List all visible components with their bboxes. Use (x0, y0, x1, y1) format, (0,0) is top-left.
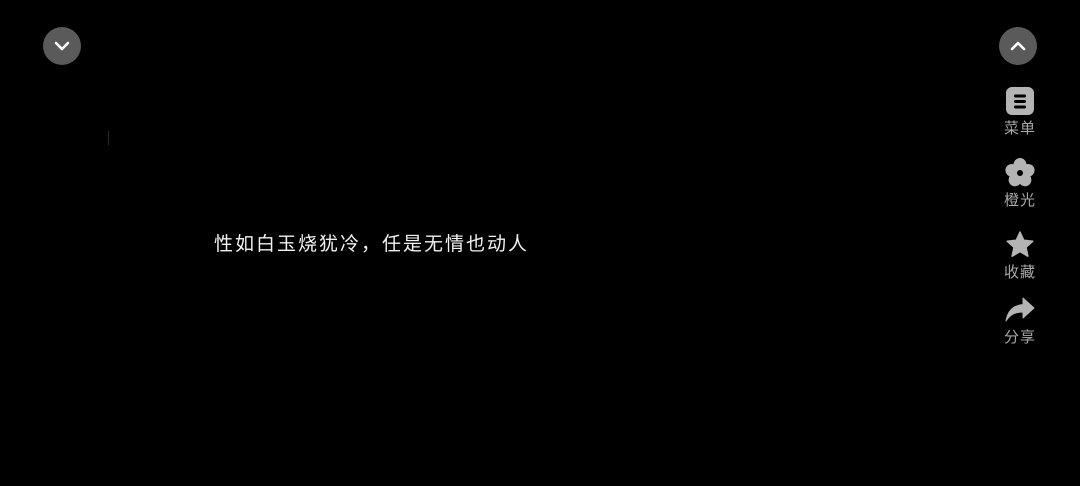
orange-light-label: 橙光 (1003, 191, 1036, 209)
favorite-label: 收藏 (1003, 263, 1036, 281)
star-icon (1003, 228, 1037, 262)
menu-doc-icon (1003, 84, 1037, 118)
collapse-button[interactable] (43, 27, 81, 65)
favorite-button[interactable]: 收藏 (990, 228, 1050, 288)
orange-light-flower-icon (1003, 156, 1037, 190)
background-speck (108, 131, 109, 145)
share-label: 分享 (1003, 328, 1036, 346)
share-arrow-icon (1003, 293, 1037, 327)
share-button[interactable]: 分享 (990, 293, 1050, 353)
orange-light-button[interactable]: 橙光 (990, 156, 1050, 216)
menu-label: 菜单 (1003, 119, 1036, 137)
menu-button[interactable]: 菜单 (990, 84, 1050, 144)
expand-button[interactable] (999, 27, 1037, 65)
story-text: 性如白玉烧犹冷，任是无情也动人 (214, 233, 530, 255)
chevron-down-icon (54, 41, 70, 51)
chevron-up-icon (1010, 41, 1026, 51)
game-screen[interactable]: 菜单 橙光 收藏 分享 性如白玉烧犹冷，任是无情也动人 (0, 0, 1080, 486)
